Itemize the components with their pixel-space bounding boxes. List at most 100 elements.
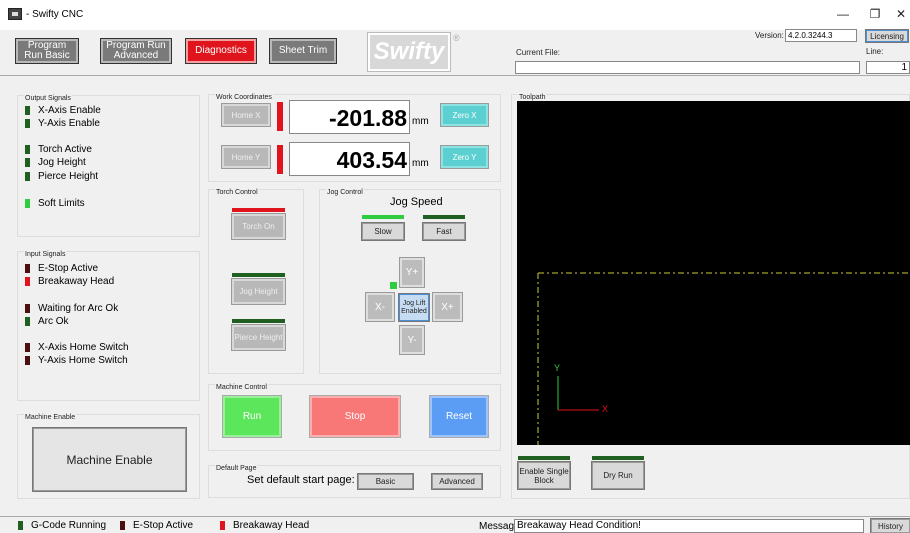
signal-soft-limits: Soft Limits — [25, 198, 85, 209]
led-icon — [18, 521, 23, 530]
x-status-bar — [277, 102, 283, 131]
led-icon — [25, 158, 30, 167]
jog-x-minus-button[interactable]: X- — [365, 292, 395, 322]
reset-button[interactable]: Reset — [429, 395, 489, 438]
signal-pierce-height: Pierce Height — [25, 171, 98, 182]
home-x-button[interactable]: Home X — [221, 103, 271, 127]
dry-run-button[interactable]: Dry Run — [591, 461, 645, 490]
version-label: Version: — [755, 31, 784, 40]
led-icon — [25, 343, 30, 352]
jog-x-plus-button[interactable]: X+ — [432, 292, 463, 322]
led-icon — [120, 521, 125, 530]
single-block-button[interactable]: Enable Single Block — [517, 461, 571, 490]
swifty-logo: Swifty — [367, 32, 451, 72]
current-file-label: Current File: — [516, 48, 561, 57]
status-estop-active: E-Stop Active — [120, 520, 193, 531]
jog-control-title: Jog Control — [326, 189, 364, 196]
close-icon[interactable]: ✕ — [892, 4, 910, 24]
jog-lift-led — [390, 282, 397, 289]
signal-y-axis-home: Y-Axis Home Switch — [25, 355, 128, 366]
led-icon — [25, 199, 30, 208]
led-icon — [25, 277, 30, 286]
signal-breakaway-head: Breakaway Head — [25, 276, 114, 287]
x-unit-label: mm — [412, 116, 429, 127]
version-field: 4.2.0.3244.3 — [785, 29, 857, 42]
minimize-icon[interactable]: — — [830, 4, 856, 24]
status-gcode-running: G-Code Running — [18, 520, 106, 531]
program-run-advanced-button[interactable]: Program Run Advanced — [100, 38, 172, 64]
y-status-bar — [277, 145, 283, 174]
toolpath-y-label: Y — [554, 363, 561, 373]
jog-speed-label: Jog Speed — [390, 196, 443, 208]
jog-y-plus-button[interactable]: Y+ — [399, 257, 425, 288]
toolpath-title: Toolpath — [518, 94, 547, 101]
signal-jog-height: Jog Height — [25, 157, 86, 168]
signal-x-axis-enable: X-Axis Enable — [25, 105, 101, 116]
signal-e-stop-active: E-Stop Active — [25, 263, 98, 274]
jog-lift-button[interactable]: Jog Lift Enabled — [398, 293, 430, 322]
line-label: Line: — [866, 47, 884, 56]
home-y-button[interactable]: Home Y — [221, 145, 271, 169]
stop-button[interactable]: Stop — [309, 395, 401, 438]
led-icon — [220, 521, 225, 530]
led-icon — [25, 106, 30, 115]
title-bar: - Swifty CNC — ❐ ✕ — [0, 0, 910, 30]
led-icon — [25, 304, 30, 313]
single-block-indicator — [518, 456, 570, 460]
input-signals-title: Input Signals — [24, 251, 67, 258]
fast-button[interactable]: Fast — [422, 222, 466, 241]
machine-enable-title: Machine Enable — [24, 414, 77, 421]
led-icon — [25, 317, 30, 326]
line-field: 1 — [866, 61, 910, 74]
led-icon — [25, 119, 30, 128]
led-icon — [25, 264, 30, 273]
message-field: Breakaway Head Condition! — [514, 519, 864, 533]
status-breakaway-head: Breakaway Head — [220, 520, 309, 531]
signal-y-axis-enable: Y-Axis Enable — [25, 118, 100, 129]
toolpath-canvas[interactable]: Y X — [517, 101, 910, 445]
led-icon — [25, 172, 30, 181]
registered-mark: ® — [453, 33, 460, 43]
zero-x-button[interactable]: Zero X — [440, 103, 489, 127]
run-button[interactable]: Run — [222, 395, 282, 438]
signal-torch-active: Torch Active — [25, 144, 92, 155]
y-unit-label: mm — [412, 158, 429, 169]
x-coordinate-display: -201.88 — [289, 100, 410, 134]
default-page-title: Default Page — [215, 465, 258, 472]
signal-arc-ok: Arc Ok — [25, 316, 69, 327]
restore-icon[interactable]: ❐ — [862, 4, 888, 24]
jog-height-indicator — [232, 273, 285, 277]
work-coordinates-title: Work Coordinates — [215, 94, 273, 101]
slow-indicator — [362, 215, 404, 219]
dry-run-indicator — [592, 456, 644, 460]
led-icon — [25, 356, 30, 365]
pierce-height-indicator — [232, 319, 285, 323]
diagnostics-tab[interactable]: Diagnostics — [185, 38, 257, 64]
default-page-label: Set default start page: — [247, 474, 355, 486]
signal-x-axis-home: X-Axis Home Switch — [25, 342, 129, 353]
history-button[interactable]: History — [870, 518, 910, 533]
window-title: - Swifty CNC — [26, 9, 84, 20]
jog-height-button[interactable]: Jog Height — [231, 278, 286, 305]
current-file-field — [515, 61, 860, 74]
toolpath-drawing — [537, 272, 910, 445]
licensing-button[interactable]: Licensing — [865, 29, 909, 43]
torch-on-indicator — [232, 208, 285, 212]
program-run-basic-button[interactable]: Program Run Basic — [15, 38, 79, 64]
zero-y-button[interactable]: Zero Y — [440, 145, 489, 169]
torch-on-button[interactable]: Torch On — [231, 213, 286, 240]
led-icon — [25, 145, 30, 154]
app-icon — [8, 8, 22, 20]
pierce-height-button[interactable]: Pierce Height — [231, 324, 286, 351]
fast-indicator — [423, 215, 465, 219]
output-signals-title: Output Signals — [24, 95, 72, 102]
machine-enable-button[interactable]: Machine Enable — [32, 427, 187, 492]
sheet-trim-button[interactable]: Sheet Trim — [269, 38, 337, 64]
jog-y-minus-button[interactable]: Y- — [399, 325, 425, 355]
machine-control-title: Machine Control — [215, 384, 268, 391]
toolpath-x-label: X — [602, 404, 609, 414]
default-basic-button[interactable]: Basic — [357, 473, 414, 490]
y-coordinate-display: 403.54 — [289, 142, 410, 176]
slow-button[interactable]: Slow — [361, 222, 405, 241]
default-advanced-button[interactable]: Advanced — [431, 473, 483, 490]
